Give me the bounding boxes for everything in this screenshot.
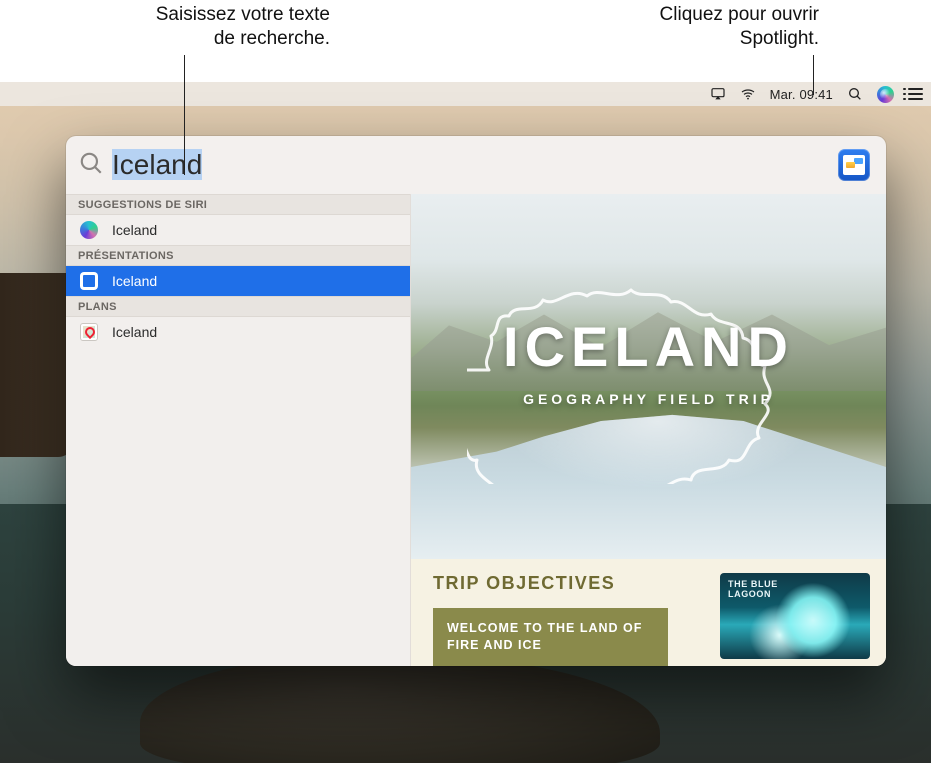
spotlight-query-input[interactable]: Iceland: [112, 149, 202, 181]
result-maps-iceland[interactable]: Iceland: [66, 317, 410, 347]
welcome-band: WELCOME TO THE LAND OF FIRE AND ICE: [433, 608, 668, 666]
siri-icon: [80, 221, 98, 239]
preview-slide-2: TRIP OBJECTIVES WELCOME TO THE LAND OF F…: [411, 559, 886, 666]
airplay-icon[interactable]: [710, 86, 726, 102]
callout-leader-line-left: [184, 55, 185, 175]
spotlight-query-text: Iceland: [112, 149, 202, 180]
result-label: Iceland: [112, 324, 157, 340]
callout-line2: de recherche.: [214, 28, 330, 49]
results-category-presentations: PRÉSENTATIONS: [66, 245, 410, 266]
siri-icon[interactable]: [877, 86, 894, 103]
spotlight-icon[interactable]: [847, 86, 863, 102]
callout-leader-line-right: [813, 55, 814, 95]
result-presentation-iceland[interactable]: Iceland: [66, 266, 410, 296]
macos-desktop: Mar. 09:41 Iceland SUGGESTIONS D: [0, 82, 931, 763]
result-label: Iceland: [112, 222, 157, 238]
notification-center-icon[interactable]: [908, 88, 923, 100]
result-label: Iceland: [112, 273, 157, 289]
trip-objectives-heading: TRIP OBJECTIVES: [433, 573, 706, 594]
preview-slide-1: ICELAND GEOGRAPHY FIELD TRIP: [411, 194, 886, 559]
callout-line1: Cliquez pour ouvrir: [660, 4, 819, 25]
thumbnail-label: THE BLUE LAGOON: [728, 579, 778, 599]
spotlight-body: SUGGESTIONS DE SIRI Iceland PRÉSENTATION…: [66, 194, 886, 666]
callout-open-spotlight: Cliquez pour ouvrir Spotlight.: [539, 3, 819, 51]
callout-line2: Spotlight.: [740, 28, 819, 49]
search-icon: [78, 150, 104, 181]
preview-title: ICELAND: [411, 314, 886, 379]
wifi-icon[interactable]: [740, 86, 756, 102]
results-category-siri: SUGGESTIONS DE SIRI: [66, 194, 410, 215]
result-siri-suggestion[interactable]: Iceland: [66, 215, 410, 245]
spotlight-search-bar: Iceland: [66, 136, 886, 194]
maps-icon: [80, 323, 98, 341]
spotlight-window: Iceland SUGGESTIONS DE SIRI Iceland PRÉS…: [66, 136, 886, 666]
spotlight-results-sidebar: SUGGESTIONS DE SIRI Iceland PRÉSENTATION…: [66, 194, 411, 666]
top-hit-app-icon[interactable]: [838, 149, 870, 181]
annotation-area: Saisissez votre texte de recherche. Cliq…: [0, 0, 931, 82]
preview-slide-1-titles: ICELAND GEOGRAPHY FIELD TRIP: [411, 314, 886, 407]
results-category-maps: PLANS: [66, 296, 410, 317]
keynote-file-icon: [80, 272, 98, 290]
spotlight-preview-panel: ICELAND GEOGRAPHY FIELD TRIP TRIP OBJECT…: [411, 194, 886, 666]
preview-slide-2-left: TRIP OBJECTIVES WELCOME TO THE LAND OF F…: [433, 573, 706, 666]
preview-subtitle: GEOGRAPHY FIELD TRIP: [411, 391, 886, 407]
menu-bar-clock[interactable]: Mar. 09:41: [770, 87, 833, 102]
blue-lagoon-thumbnail: THE BLUE LAGOON: [720, 573, 870, 659]
menu-bar: Mar. 09:41: [0, 82, 931, 106]
callout-line1: Saisissez votre texte: [156, 4, 330, 25]
callout-search-text: Saisissez votre texte de recherche.: [0, 3, 330, 51]
